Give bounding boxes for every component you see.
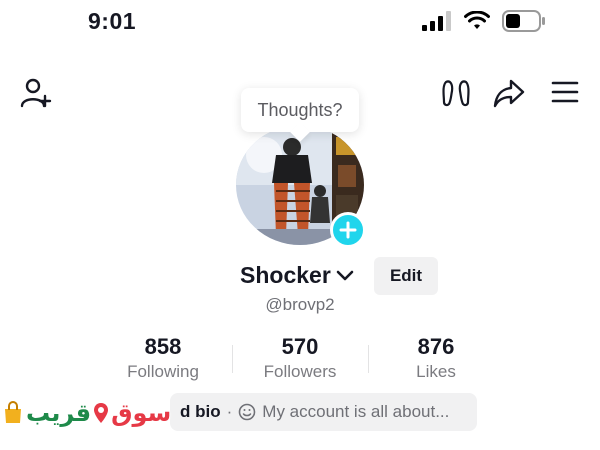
stat-following[interactable]: 858 Following [93, 334, 233, 382]
edit-profile-button[interactable]: Edit [374, 257, 438, 295]
share-button[interactable] [492, 77, 526, 109]
following-label: Following [127, 362, 199, 381]
add-bio-button[interactable]: d bio · My account is all about... [170, 393, 477, 431]
menu-icon [551, 81, 579, 103]
name-row[interactable]: Shocker [240, 262, 355, 289]
watermark-text-red: سوق [111, 399, 172, 427]
followers-count: 570 [281, 334, 319, 359]
profile-views-button[interactable] [440, 77, 472, 109]
followers-label: Followers [263, 362, 337, 381]
shopping-bag-icon [5, 401, 21, 423]
bio-separator: · [226, 402, 233, 421]
likes-count: 876 [417, 334, 455, 359]
bio-placeholder: My account is all about... [262, 402, 450, 421]
likes-label: Likes [416, 362, 456, 381]
display-name: Shocker [240, 262, 331, 288]
add-friend-button[interactable] [18, 76, 54, 110]
wifi-icon [464, 11, 490, 29]
watermark-logo: قريب سوق [2, 392, 171, 434]
status-icons [422, 10, 546, 32]
following-count: 858 [144, 334, 182, 359]
add-friend-icon [20, 78, 52, 108]
thoughts-text: Thoughts? [257, 99, 343, 120]
add-photo-button[interactable] [330, 212, 366, 248]
menu-button[interactable] [549, 78, 581, 106]
footprints-icon [442, 80, 470, 107]
cellular-signal-icon [422, 11, 451, 31]
add-bio-label: d bio [180, 402, 221, 421]
thoughts-bubble[interactable]: Thoughts? [241, 88, 359, 132]
watermark-text-green: قريب [26, 399, 92, 427]
stat-followers[interactable]: 570 Followers [230, 334, 370, 382]
status-time: 9:01 [88, 8, 137, 34]
stat-likes[interactable]: 876 Likes [366, 334, 506, 382]
smiley-icon [238, 403, 256, 421]
map-pin-icon [94, 403, 109, 423]
battery-icon [502, 10, 545, 32]
chevron-down-icon [336, 270, 354, 280]
share-icon [493, 79, 525, 108]
username-handle: @brovp2 [265, 295, 335, 314]
plus-icon [339, 221, 357, 239]
